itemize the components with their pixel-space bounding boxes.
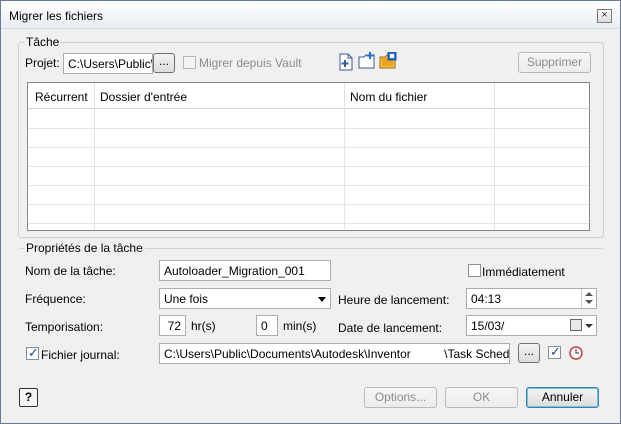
start-time-label: Heure de lancement: [338, 293, 450, 307]
help-icon[interactable]: ? [19, 388, 38, 407]
frequency-label: Fréquence: [25, 292, 86, 306]
grid-column-divider [494, 83, 495, 230]
grid-column-divider [94, 83, 95, 230]
task-group-label: Tâche [24, 35, 62, 49]
migrate-files-dialog: Migrer les fichiers × Tâche Projet: C:\U… [0, 0, 621, 424]
vault-checkbox[interactable] [183, 56, 196, 69]
task-name-input[interactable]: Autoloader_Migration_001 [159, 260, 331, 281]
clock-icon[interactable] [568, 345, 584, 361]
log-open-checkbox[interactable]: ✓ [548, 344, 561, 359]
window-title: Migrer les fichiers [9, 9, 104, 23]
frequency-select[interactable]: Une fois [159, 288, 331, 309]
chevron-down-icon[interactable] [585, 324, 593, 328]
immediate-label: Immédiatement [482, 265, 565, 279]
log-file-checkbox[interactable]: ✓ [26, 345, 39, 360]
grid-row-line [28, 128, 589, 129]
delay-hours-unit: hr(s) [191, 319, 216, 333]
column-header-recurrent[interactable]: Récurrent [35, 90, 88, 104]
title-bar: Migrer les fichiers × [1, 1, 620, 29]
column-header-file-name[interactable]: Nom du fichier [350, 90, 427, 104]
start-date-label: Date de lancement: [338, 321, 443, 335]
delete-button[interactable]: Supprimer [518, 52, 591, 73]
start-time-spinner[interactable] [581, 289, 596, 308]
close-icon[interactable]: × [597, 9, 612, 23]
calendar-icon[interactable] [570, 319, 582, 331]
delay-label: Temporisation: [25, 320, 104, 334]
log-file-browse-button[interactable]: ... [518, 343, 540, 363]
vault-checkbox-label: Migrer depuis Vault [199, 56, 302, 70]
log-file-label: Fichier journal: [41, 348, 120, 362]
start-time-value: 04:13 [471, 292, 502, 306]
grid-column-divider [344, 83, 345, 230]
column-header-input-folder[interactable]: Dossier d'entrée [100, 90, 187, 104]
start-date-value: 15/03/ [471, 319, 505, 333]
project-label: Projet: [25, 56, 60, 70]
cancel-button[interactable]: Annuler [526, 387, 599, 408]
start-time-input[interactable]: 04:13 [466, 288, 597, 309]
vault-folder-icon[interactable] [379, 51, 397, 70]
task-name-label: Nom de la tâche: [25, 264, 116, 278]
grid-row-line [28, 204, 589, 205]
new-task-icon[interactable] [337, 53, 355, 71]
checkmark-icon: ✓ [550, 344, 561, 359]
grid-row-line [28, 147, 589, 148]
ok-button[interactable]: OK [445, 387, 518, 408]
log-file-path-input[interactable]: C:\Users\Public\Documents\Autodesk\Inven… [159, 343, 510, 364]
checkmark-icon: ✓ [28, 345, 39, 360]
task-properties-label: Propriétés de la tâche [24, 241, 145, 255]
task-grid[interactable]: Récurrent Dossier d'entrée Nom du fichie… [27, 82, 590, 231]
immediate-checkbox[interactable] [468, 264, 481, 277]
delay-hours-input[interactable]: 72 [159, 315, 186, 336]
spin-down-icon[interactable] [585, 300, 593, 304]
start-date-input[interactable]: 15/03/ [466, 315, 597, 336]
chevron-down-icon [318, 297, 326, 302]
project-field[interactable]: C:\Users\Public\D [63, 53, 153, 74]
spin-up-icon[interactable] [585, 292, 593, 296]
grid-row-line [28, 185, 589, 186]
add-folder-icon[interactable] [358, 52, 376, 70]
options-button[interactable]: Options... [364, 387, 437, 408]
grid-header: Récurrent Dossier d'entrée Nom du fichie… [28, 83, 589, 109]
frequency-selected-value: Une fois [164, 292, 209, 306]
delay-minutes-input[interactable]: 0 [256, 315, 278, 336]
delay-minutes-unit: min(s) [283, 319, 317, 333]
grid-row-line [28, 223, 589, 224]
project-browse-button[interactable]: ... [153, 53, 175, 73]
grid-row-line [28, 166, 589, 167]
